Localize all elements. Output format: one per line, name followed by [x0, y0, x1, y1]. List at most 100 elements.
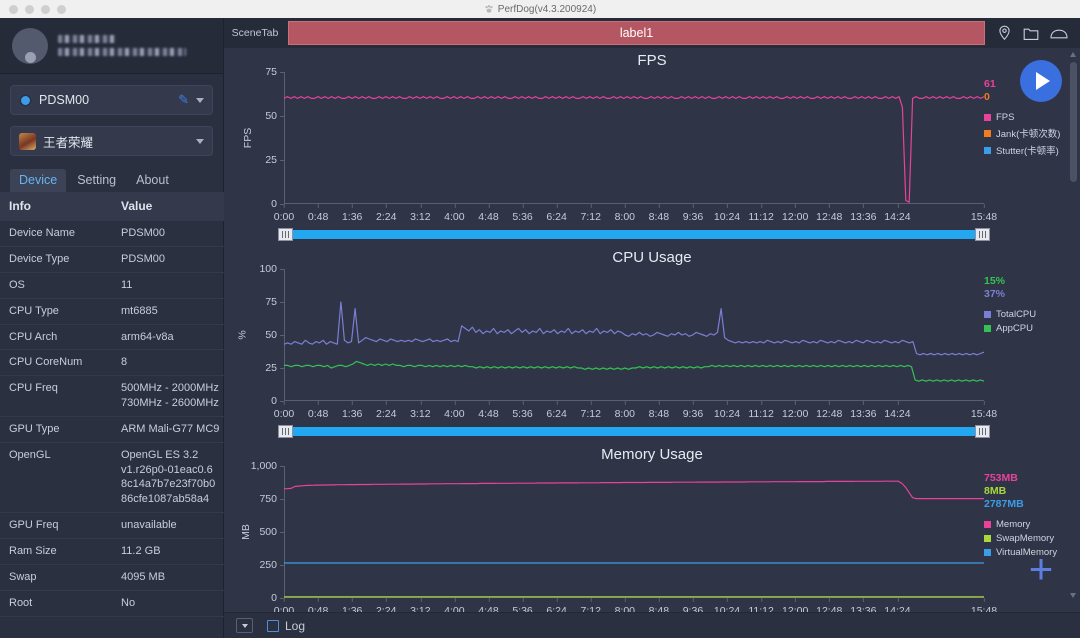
- log-label: Log: [285, 618, 306, 633]
- x-tick-label: 8:00: [615, 401, 635, 420]
- column-header: Info: [9, 199, 31, 213]
- legend-label: TotalCPU: [996, 309, 1037, 320]
- timeline-scrubber[interactable]: [278, 425, 990, 438]
- scrubber-handle-left[interactable]: [278, 228, 293, 241]
- scene-label-bar[interactable]: label1: [288, 21, 985, 45]
- x-tick-label: 12:48: [816, 401, 842, 420]
- x-tick-label: 0:48: [308, 401, 328, 420]
- scroll-down-arrow-icon[interactable]: [1070, 593, 1076, 598]
- cloud-icon[interactable]: [1050, 26, 1068, 40]
- info-key: Swap: [9, 570, 37, 583]
- x-tick-label: 8:48: [649, 204, 669, 223]
- log-checkbox[interactable]: Log: [267, 619, 305, 633]
- x-tick-label: 10:24: [714, 204, 740, 223]
- scrubber-track[interactable]: [293, 427, 975, 436]
- y-axis-label: FPS: [242, 127, 255, 149]
- scrubber-track[interactable]: [293, 230, 975, 239]
- plot-area[interactable]: 0 250 500 750 1,000 0:00 0:48 1:36 2:24 3:12 4:00 4…: [251, 460, 997, 617]
- scroll-up-arrow-icon[interactable]: [1070, 52, 1076, 57]
- x-tick-label: 3:12: [410, 204, 431, 223]
- legend-item[interactable]: AppCPU: [984, 323, 1076, 334]
- series-lines: [283, 301, 985, 382]
- x-tick-label: 0:00: [274, 204, 294, 223]
- main-panel: SceneTab label1 FPS FPS 0 25 50 75 0:00 0:48 1:3…: [224, 18, 1080, 638]
- legend-label: FPS: [996, 112, 1015, 123]
- timeline-scrubber[interactable]: [278, 228, 990, 241]
- scene-bar-icons: [987, 25, 1080, 41]
- window-titlebar: PerfDog(v4.3.200924): [0, 0, 1080, 18]
- plot-area[interactable]: 0 25 50 75 100 0:00 0:48 1:36 2:24 3:12 4:00 4:48 5:…: [259, 263, 997, 420]
- legend-item[interactable]: Memory: [984, 519, 1076, 530]
- checkbox-icon[interactable]: [267, 619, 279, 632]
- scene-tab-label[interactable]: SceneTab: [224, 27, 286, 39]
- tab-setting[interactable]: Setting: [68, 169, 125, 192]
- x-tick-label: 13:36: [850, 204, 876, 223]
- x-tick-label: 15:48: [971, 401, 997, 420]
- add-button[interactable]: +: [1022, 548, 1060, 590]
- x-tick-label: 11:12: [748, 401, 774, 420]
- chart-title: Memory Usage: [601, 446, 703, 463]
- legend-label: Jank(卡顿次数): [996, 129, 1061, 140]
- legend-label: SwapMemory: [996, 533, 1055, 544]
- location-pin-icon[interactable]: [997, 25, 1012, 41]
- x-tick-label: 14:24: [884, 401, 911, 420]
- legend-swatch: [984, 129, 991, 137]
- window-title-area: PerfDog(v4.3.200924): [0, 4, 1080, 15]
- y-tick-label: 75: [265, 66, 284, 78]
- x-tick-label: 7:12: [580, 401, 601, 420]
- y-tick-label: 500: [259, 526, 284, 538]
- scrubber-handle-left[interactable]: [278, 425, 293, 438]
- x-tick-label: 4:48: [478, 204, 499, 223]
- table-row: CPU Freq 500MHz - 2000MHz 730MHz - 2600MHz: [0, 376, 224, 417]
- chart-legend: 15% 37% TotalCPU AppCPU: [984, 275, 1076, 337]
- dropdown-button[interactable]: [236, 618, 253, 633]
- legend-item[interactable]: SwapMemory: [984, 533, 1076, 544]
- tab-device[interactable]: Device: [10, 169, 67, 192]
- perfdog-window: PerfDog(v4.3.200924) PDSM00 ✎ 王者荣耀 Devic: [0, 0, 1080, 638]
- x-tick-label: 5:36: [512, 204, 533, 223]
- charts-container: FPS FPS 0 25 50 75 0:00 0:48 1:36 2:24 3:12 4:00 4:4…: [224, 48, 1080, 638]
- plot-area[interactable]: 0 25 50 75 0:00 0:48 1:36 2:24 3:12 4:00 4:48 5:36 6…: [265, 66, 997, 223]
- app-selector[interactable]: 王者荣耀: [10, 126, 213, 156]
- y-tick-label: 750: [259, 493, 284, 505]
- info-key: OS: [9, 278, 25, 291]
- chevron-down-icon[interactable]: [196, 138, 204, 144]
- y-tick-label: 50: [265, 329, 284, 341]
- table-row: GPU Freq unavailable: [0, 513, 224, 539]
- x-tick-label: 5:36: [512, 401, 533, 420]
- y-tick-label: 100: [259, 263, 284, 275]
- series-lines: [284, 480, 984, 598]
- table-row: Device Name PDSM00: [0, 221, 224, 248]
- x-tick-label: 9:36: [683, 204, 703, 223]
- x-tick-label: 8:48: [649, 401, 669, 420]
- scrubber-handle-right[interactable]: [975, 425, 990, 438]
- legend-item[interactable]: Jank(卡顿次数): [984, 126, 1076, 140]
- user-name-masked: [58, 35, 116, 43]
- info-value: No: [121, 596, 136, 609]
- info-key: GPU Freq: [9, 519, 59, 532]
- x-tick-label: 8:00: [615, 204, 635, 223]
- avatar: [12, 27, 48, 64]
- chevron-down-icon[interactable]: [196, 97, 204, 103]
- info-value: 11.2 GB: [121, 545, 161, 557]
- y-axis-label: MB: [239, 524, 252, 540]
- table-row: OS 11: [0, 273, 224, 299]
- table-row: Device Type PDSM00: [0, 247, 224, 273]
- user-profile[interactable]: [0, 18, 223, 74]
- scrubber-handle-right[interactable]: [975, 228, 990, 241]
- pen-icon[interactable]: ✎: [178, 92, 189, 108]
- folder-icon[interactable]: [1023, 26, 1039, 41]
- play-button[interactable]: [1020, 60, 1062, 102]
- legend-swatch: [984, 549, 991, 556]
- tab-about[interactable]: About: [127, 169, 178, 192]
- legend-item[interactable]: FPS: [984, 112, 1076, 123]
- info-key: CPU Arch: [9, 330, 58, 343]
- info-value: 11: [121, 278, 133, 291]
- chart-memory-usage: Memory Usage MB 0 250 500 750 1,000 0:00 0:48 1:3…: [224, 442, 1080, 638]
- vertical-scrollbar[interactable]: [1069, 52, 1078, 598]
- legend-item[interactable]: TotalCPU: [984, 309, 1076, 320]
- info-value: 8: [121, 356, 128, 369]
- scrollbar-thumb[interactable]: [1070, 62, 1077, 182]
- legend-item[interactable]: Stutter(卡顿率): [984, 143, 1076, 157]
- device-selector[interactable]: PDSM00 ✎: [10, 85, 213, 115]
